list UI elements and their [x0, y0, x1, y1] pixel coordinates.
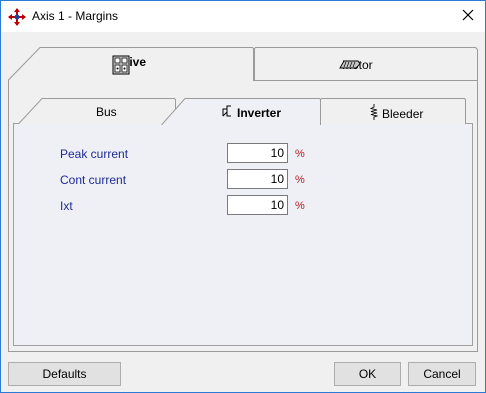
tab-drive[interactable]: Drive: [8, 47, 256, 81]
resistor-icon: [369, 104, 379, 123]
dialog-window: Axis 1 - Margins Drive Bus Inverter Blee…: [0, 0, 486, 393]
tab-motor[interactable]: Motor: [254, 47, 478, 81]
peak-current-unit: %: [295, 148, 305, 160]
tab-inverter[interactable]: Inverter: [161, 98, 321, 125]
tab-bleeder-label: Bleeder: [382, 106, 424, 121]
peak-current-input[interactable]: [227, 143, 288, 163]
close-icon: [462, 9, 474, 24]
tab-bleeder[interactable]: Bleeder: [320, 98, 466, 124]
defaults-button[interactable]: Defaults: [8, 362, 121, 386]
close-button[interactable]: [451, 1, 485, 32]
ixt-input[interactable]: [227, 195, 288, 215]
tab-bus-label: Bus: [96, 105, 117, 119]
inverter-icon: [221, 104, 233, 121]
axis-move-icon: [8, 8, 26, 26]
ixt-label: Ixt: [60, 199, 73, 213]
cont-current-label: Cont current: [60, 173, 127, 187]
cont-current-unit: %: [295, 174, 305, 186]
cont-current-input[interactable]: [227, 169, 288, 189]
ixt-unit: %: [295, 200, 305, 212]
peak-current-label: Peak current: [60, 147, 129, 161]
tab-bus[interactable]: Bus: [18, 98, 176, 124]
tab-inverter-label: Inverter: [237, 105, 282, 120]
ok-button[interactable]: OK: [334, 362, 401, 386]
window-title: Axis 1 - Margins: [32, 9, 119, 23]
title-bar[interactable]: Axis 1 - Margins: [1, 1, 485, 32]
cancel-button[interactable]: Cancel: [408, 362, 476, 386]
